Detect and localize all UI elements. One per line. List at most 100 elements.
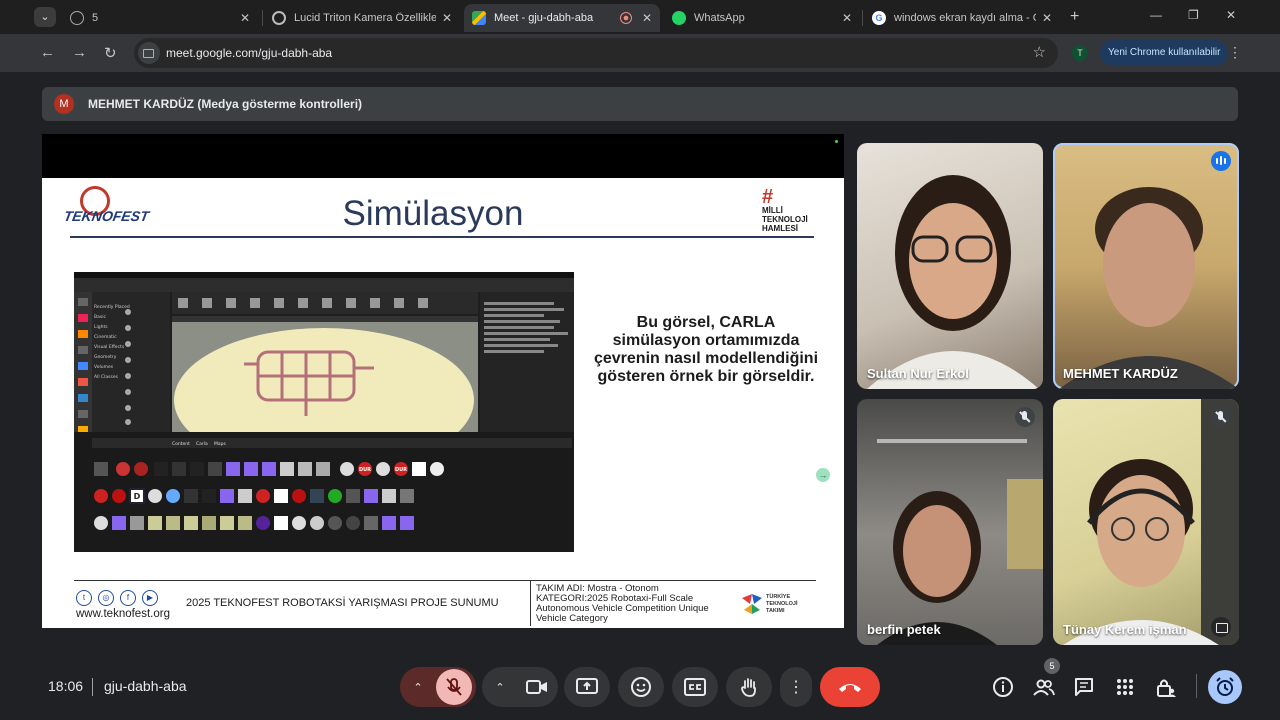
panel-item: Recently Placed	[94, 304, 130, 310]
google-icon: G	[872, 11, 886, 25]
twitter-icon: t	[76, 590, 92, 606]
people-button[interactable]	[1033, 676, 1055, 698]
tab-title: WhatsApp	[694, 12, 745, 24]
tab-divider	[262, 10, 263, 26]
forward-button[interactable]: →	[72, 44, 87, 61]
back-button[interactable]: ←	[40, 44, 55, 61]
tab-google-search[interactable]: G windows ekran kaydı alma - Go ✕	[864, 4, 1060, 32]
minimize-button[interactable]: —	[1150, 8, 1162, 22]
meeting-code: gju-dabh-aba	[104, 678, 187, 694]
reactions-button[interactable]	[618, 667, 664, 707]
participant-name: MEHMET KARDÜZ	[1063, 366, 1178, 381]
tab-title: Meet - gju-dabh-aba	[494, 12, 594, 24]
emoji-icon	[631, 677, 651, 697]
site-info-icon[interactable]	[138, 42, 160, 64]
close-icon[interactable]: ✕	[240, 11, 250, 25]
shared-screen: TEKNOFEST # MİLLİ TEKNOLOJİ HAMLESİ Simü…	[42, 134, 844, 628]
mic-toggle-button[interactable]	[436, 669, 472, 705]
tab-5[interactable]: 5 ✕	[62, 4, 258, 32]
more-vertical-icon: ⋮	[788, 679, 804, 696]
footer-divider	[530, 580, 531, 626]
profile-avatar[interactable]: T	[1072, 45, 1088, 61]
timer-button[interactable]	[1208, 670, 1242, 704]
unreal-editor-image: Recently Placed Basic Lights Cinematic V…	[74, 272, 574, 552]
participant-tile[interactable]: Tünay Kerem işman	[1053, 399, 1239, 645]
close-icon[interactable]: ✕	[442, 11, 452, 25]
new-chrome-available-button[interactable]: Yeni Chrome kullanılabilir	[1100, 40, 1229, 66]
recording-icon	[619, 12, 632, 24]
new-tab-button[interactable]: +	[1070, 8, 1079, 26]
panel-item: Cinematic	[94, 334, 117, 340]
mic-off-icon	[1211, 407, 1231, 427]
tab-title: Lucid Triton Kamera Özellikleri	[294, 12, 436, 24]
participant-name: Tünay Kerem işman	[1063, 622, 1187, 637]
participant-name: berfin petek	[867, 622, 941, 637]
tab-title: 5	[92, 12, 99, 24]
participant-tile[interactable]: berfin petek	[857, 399, 1043, 645]
slide-title: Simülasyon	[342, 194, 524, 233]
participant-count-badge: 5	[1044, 658, 1060, 674]
content-tab: Content	[172, 441, 190, 447]
tab-divider	[862, 10, 863, 26]
next-slide-icon[interactable]: →	[816, 468, 830, 482]
chevron-up-icon[interactable]: ⌃	[400, 667, 436, 707]
participant-video	[877, 439, 1043, 645]
alarm-clock-icon	[1216, 677, 1234, 696]
captions-button[interactable]	[672, 667, 718, 707]
presentation-slide: TEKNOFEST # MİLLİ TEKNOLOJİ HAMLESİ Simü…	[42, 178, 844, 628]
info-icon	[993, 677, 1013, 697]
footer-divider	[74, 580, 816, 581]
content-tab: Maps	[214, 441, 226, 447]
leave-call-button[interactable]	[820, 667, 880, 707]
reload-button[interactable]: ↻	[104, 44, 117, 62]
mic-control[interactable]: ⌃	[400, 667, 476, 707]
bookmark-star-icon[interactable]: ☆	[1033, 43, 1046, 61]
turkiye-teknoloji-takimi-logo: TÜRKİYE TEKNOLOJİ TAKIMI	[740, 592, 802, 618]
more-options-button[interactable]: ⋮	[780, 667, 812, 707]
participant-name: Sultan Nur Erkol	[867, 366, 969, 381]
chat-button[interactable]	[1073, 676, 1095, 698]
picture-in-picture-icon[interactable]	[1211, 617, 1231, 637]
lock-person-icon	[1157, 679, 1176, 697]
panel-item: Basic	[94, 314, 106, 320]
tab-lucid[interactable]: Lucid Triton Kamera Özellikleri ✕	[264, 4, 460, 32]
activities-button[interactable]	[1114, 676, 1136, 698]
tab-meet[interactable]: Meet - gju-dabh-aba ✕	[464, 4, 660, 32]
indicator-dot	[835, 140, 838, 143]
tab-search-button[interactable]: ⌄	[34, 7, 56, 27]
footer-team-info: TAKIM ADI: Mostra - Otonom KATEGORI:2025…	[536, 583, 709, 624]
raise-hand-button[interactable]	[726, 667, 772, 707]
participant-tile[interactable]: Sultan Nur Erkol	[857, 143, 1043, 389]
content-tab: Carla	[196, 441, 208, 447]
globe-icon	[70, 11, 84, 25]
present-screen-button[interactable]	[564, 667, 610, 707]
carla-editor-screenshot: Recently Placed Basic Lights Cinematic V…	[74, 272, 574, 552]
participant-tile[interactable]: MEHMET KARDÜZ	[1053, 143, 1239, 389]
tab-title: windows ekran kaydı alma - Go	[894, 12, 1036, 24]
host-controls-button[interactable]	[1155, 676, 1177, 698]
footer-website: www.teknofest.org	[76, 608, 170, 620]
close-icon[interactable]: ✕	[642, 11, 652, 25]
chevron-up-icon[interactable]: ⌃	[482, 667, 518, 707]
tab-whatsapp[interactable]: WhatsApp ✕	[664, 4, 860, 32]
stop-sign-label: DUR	[395, 467, 407, 473]
presenter-bar[interactable]: M MEHMET KARDÜZ (Medya gösterme kontroll…	[42, 87, 1238, 121]
window-close-button[interactable]: ✕	[1226, 8, 1236, 22]
hand-icon	[741, 678, 756, 697]
meeting-details-button[interactable]	[992, 676, 1014, 698]
divider	[92, 678, 93, 696]
participant-video	[1063, 399, 1239, 645]
captions-icon	[684, 678, 706, 696]
close-icon[interactable]: ✕	[1042, 11, 1052, 25]
browser-toolbar: ← → ↻ meet.google.com/gju-dabh-aba ☆	[0, 34, 1280, 72]
panel-item: All Classes	[94, 374, 119, 380]
present-icon	[576, 678, 598, 694]
close-icon[interactable]: ✕	[842, 11, 852, 25]
address-bar[interactable]: meet.google.com/gju-dabh-aba ☆	[134, 38, 1058, 68]
camera-icon[interactable]	[526, 677, 548, 697]
panel-item: Geometry	[94, 354, 117, 360]
maximize-button[interactable]: ❐	[1188, 8, 1199, 22]
chrome-menu-icon[interactable]: ⋮	[1228, 44, 1242, 61]
camera-control[interactable]: ⌃	[482, 667, 558, 707]
instagram-icon: ◎	[98, 590, 114, 606]
